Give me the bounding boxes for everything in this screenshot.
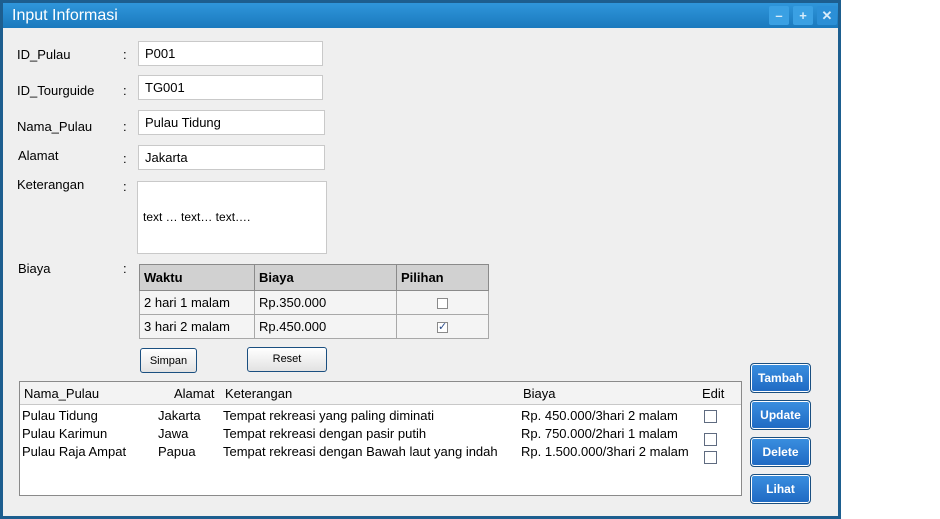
title-bar[interactable]: Input Informasi – + ✕	[3, 3, 838, 28]
column-header-nama-pulau: Nama_Pulau	[24, 386, 100, 401]
table-row[interactable]: Pulau Karimun Jawa Tempat rekreasi denga…	[20, 425, 741, 446]
reset-button[interactable]: Reset	[247, 347, 327, 372]
pulau-list-table: Nama_Pulau Alamat Keterangan Biaya Edit …	[19, 381, 742, 496]
biaya-label: Biaya	[18, 261, 51, 276]
window-title: Input Informasi	[12, 7, 118, 24]
column-header-biaya: Biaya	[523, 386, 556, 401]
update-button[interactable]: Update	[750, 400, 811, 430]
pilihan-cell	[396, 290, 489, 315]
keterangan-cell: Tempat rekreasi dengan Bawah laut yang i…	[223, 444, 498, 459]
alamat-cell: Jawa	[158, 426, 189, 441]
column-header-waktu: Waktu	[139, 264, 255, 291]
biaya-cell: Rp.450.000	[254, 314, 397, 339]
biaya-table: Waktu Biaya Pilihan 2 hari 1 malam Rp.35…	[139, 264, 489, 339]
id-pulau-label: ID_Pulau	[17, 47, 71, 62]
pilihan-cell	[396, 314, 489, 339]
table-row[interactable]: Pulau Tidung Jakarta Tempat rekreasi yan…	[20, 407, 741, 425]
minimize-icon[interactable]: –	[769, 6, 789, 25]
alamat-cell: Jakarta	[158, 408, 201, 423]
colon: :	[123, 83, 127, 98]
colon: :	[123, 179, 127, 194]
keterangan-cell: Tempat rekreasi dengan pasir putih	[223, 426, 427, 441]
biaya-cell: Rp.350.000	[254, 290, 397, 315]
input-informasi-window: Input Informasi – + ✕ ID_Pulau : P001 ID…	[0, 0, 841, 519]
biaya-cell: Rp. 1.500.000/3hari 2 malam	[521, 444, 689, 459]
nama-pulau-field[interactable]: Pulau Tidung	[138, 110, 325, 135]
table-row[interactable]: Pulau Raja Ampat Papua Tempat rekreasi d…	[20, 443, 741, 464]
id-pulau-field[interactable]: P001	[138, 41, 323, 66]
close-icon[interactable]: ✕	[817, 6, 837, 25]
keterangan-cell: Tempat rekreasi yang paling diminati	[223, 408, 434, 423]
nama-pulau-label: Nama_Pulau	[17, 119, 93, 134]
waktu-cell: 2 hari 1 malam	[139, 290, 255, 315]
edit-checkbox[interactable]	[704, 410, 717, 423]
lihat-button[interactable]: Lihat	[750, 474, 811, 504]
id-tourguide-field[interactable]: TG001	[138, 75, 323, 100]
alamat-cell: Papua	[158, 444, 196, 459]
colon: :	[123, 261, 127, 276]
tambah-button[interactable]: Tambah	[750, 363, 811, 393]
column-header-pilihan: Pilihan	[396, 264, 489, 291]
biaya-table-header: Waktu Biaya Pilihan	[139, 264, 489, 291]
waktu-cell: 3 hari 2 malam	[139, 314, 255, 339]
biaya-cell: Rp. 750.000/2hari 1 malam	[521, 426, 678, 441]
table-row: 2 hari 1 malam Rp.350.000	[139, 290, 489, 315]
nama-cell: Pulau Karimun	[22, 426, 108, 441]
pilihan-checkbox[interactable]	[437, 298, 448, 310]
simpan-button[interactable]: Simpan	[140, 348, 197, 373]
keterangan-label: Keterangan	[17, 177, 85, 192]
biaya-cell: Rp. 450.000/3hari 2 malam	[521, 408, 678, 423]
column-header-biaya: Biaya	[254, 264, 397, 291]
alamat-field[interactable]: Jakarta	[138, 145, 325, 170]
nama-cell: Pulau Tidung	[22, 408, 98, 423]
colon: :	[123, 47, 127, 62]
table-row: 3 hari 2 malam Rp.450.000	[139, 314, 489, 339]
colon: :	[123, 119, 127, 134]
column-header-keterangan: Keterangan	[225, 386, 293, 401]
column-header-alamat: Alamat	[174, 386, 215, 401]
colon: :	[123, 151, 127, 166]
column-header-edit: Edit	[702, 386, 725, 401]
list-header: Nama_Pulau Alamat Keterangan Biaya Edit	[20, 382, 741, 405]
delete-button[interactable]: Delete	[750, 437, 811, 467]
id-tourguide-label: ID_Tourguide	[17, 83, 95, 98]
pilihan-checkbox[interactable]	[437, 320, 448, 334]
maximize-icon[interactable]: +	[793, 6, 813, 25]
keterangan-textarea[interactable]: text … text… text….	[137, 181, 327, 254]
alamat-label: Alamat	[18, 148, 59, 163]
nama-cell: Pulau Raja Ampat	[22, 444, 127, 459]
edit-checkbox[interactable]	[704, 451, 717, 464]
